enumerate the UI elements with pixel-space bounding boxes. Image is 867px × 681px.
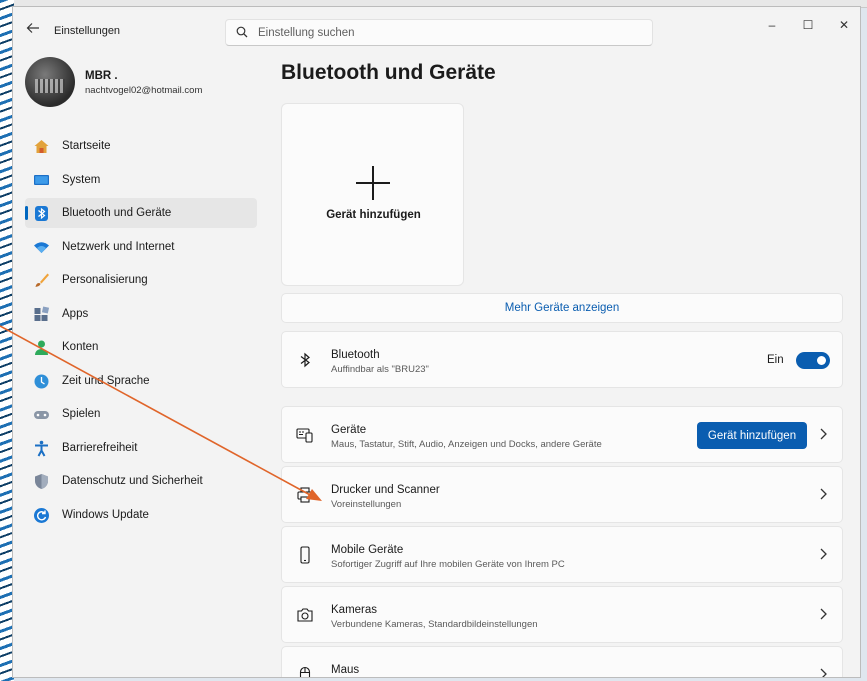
- sidebar-item-label: System: [62, 173, 101, 186]
- plus-icon: [356, 166, 390, 200]
- sidebar-item-label: Apps: [62, 307, 89, 320]
- sidebar-item-datenschutz[interactable]: Datenschutz und Sicherheit: [25, 466, 257, 496]
- avatar-photo: [35, 79, 65, 93]
- card-subtitle: Voreinstellungen: [331, 499, 402, 510]
- card-subtitle: Sofortiger Zugriff auf Ihre mobilen Gerä…: [331, 559, 565, 570]
- sidebar-item-label: Windows Update: [62, 508, 149, 521]
- search-icon: [236, 26, 248, 38]
- bluetooth-subtitle: Auffindbar als "BRU23": [331, 364, 429, 375]
- chevron-right-icon: [820, 668, 827, 677]
- apps-icon: [34, 305, 50, 321]
- shield-icon: [35, 474, 48, 489]
- devices-card[interactable]: Geräte Maus, Tastatur, Stift, Audio, Anz…: [281, 406, 843, 463]
- bluetooth-state-label: Ein: [767, 354, 784, 366]
- app-title: Einstellungen: [54, 25, 121, 37]
- chevron-right-icon: [820, 488, 827, 500]
- chevron-right-icon: [820, 428, 827, 440]
- card-title: Maus: [331, 664, 360, 676]
- accessibility-icon: [35, 440, 48, 456]
- sidebar-item-label: Datenschutz und Sicherheit: [62, 475, 203, 487]
- card-subtitle: Maus, Tastatur, Stift, Audio, Anzeigen u…: [331, 439, 602, 450]
- devices-icon: [296, 428, 313, 443]
- card-title: Kameras: [331, 604, 378, 616]
- camera-icon: [297, 608, 313, 622]
- phone-icon: [300, 546, 310, 564]
- sidebar-item-label: Konten: [62, 341, 99, 353]
- printer-icon: [297, 487, 313, 503]
- sidebar-item-label: Personalisierung: [62, 274, 148, 286]
- maximize-button[interactable]: ☐: [791, 15, 825, 35]
- system-display-icon: [34, 174, 49, 185]
- sidebar-item-netzwerk[interactable]: Netzwerk und Internet: [25, 232, 257, 262]
- sidebar-item-konten[interactable]: Konten: [25, 332, 257, 362]
- search-box[interactable]: [225, 19, 653, 46]
- bluetooth-icon: [300, 352, 310, 368]
- sidebar-item-personalisierung[interactable]: Personalisierung: [25, 265, 257, 295]
- card-title: Geräte: [331, 424, 367, 436]
- wifi-icon: [34, 241, 49, 253]
- add-device-tile[interactable]: Gerät hinzufügen: [281, 103, 464, 286]
- page-title: Bluetooth und Geräte: [281, 61, 496, 84]
- time-language-icon: [34, 374, 49, 388]
- minimize-button[interactable]: –: [755, 15, 789, 35]
- sidebar-item-label: Netzwerk und Internet: [62, 240, 175, 253]
- mobile-devices-card[interactable]: Mobile Geräte Sofortiger Zugriff auf Ihr…: [281, 526, 843, 583]
- bluetooth-title: Bluetooth: [331, 349, 380, 361]
- toggle-knob: [817, 356, 826, 365]
- sidebar-item-windows-update[interactable]: Windows Update: [25, 500, 257, 530]
- user-email: nachtvogel02@hotmail.com: [85, 85, 203, 96]
- sidebar-nav: Startseite System Bluetooth und Geräte N…: [25, 131, 257, 533]
- add-device-label: Gerät hinzufügen: [326, 209, 421, 221]
- sidebar-item-spielen[interactable]: Spielen: [25, 399, 257, 429]
- card-subtitle: Verbundene Kameras, Standardbildeinstell…: [331, 619, 538, 630]
- sidebar-item-label: Spielen: [62, 408, 101, 420]
- more-devices-link[interactable]: Mehr Geräte anzeigen: [281, 293, 843, 323]
- close-button[interactable]: ✕: [827, 15, 860, 35]
- sidebar-item-bluetooth[interactable]: Bluetooth und Geräte: [25, 198, 257, 228]
- bluetooth-card: Bluetooth Auffindbar als "BRU23" Ein: [281, 331, 843, 388]
- sidebar-item-label: Startseite: [62, 140, 111, 152]
- card-title: Drucker und Scanner: [331, 484, 440, 496]
- chevron-right-icon: [820, 548, 827, 560]
- printers-card[interactable]: Drucker und Scanner Voreinstellungen: [281, 466, 843, 523]
- sidebar-item-barrierefreiheit[interactable]: Barrierefreiheit: [25, 433, 257, 463]
- sidebar-item-label: Barrierefreiheit: [62, 441, 138, 454]
- sidebar-item-apps[interactable]: Apps: [25, 299, 257, 329]
- mouse-card[interactable]: Maus: [281, 646, 843, 677]
- back-arrow-icon[interactable]: [23, 21, 43, 41]
- avatar[interactable]: [25, 57, 75, 107]
- settings-window: Einstellungen – ☐ ✕ MBR . nachtvogel02@h…: [12, 6, 861, 678]
- account-icon: [35, 340, 48, 355]
- cameras-card[interactable]: Kameras Verbundene Kameras, Standardbild…: [281, 586, 843, 643]
- home-icon: [34, 140, 49, 153]
- mouse-icon: [299, 666, 311, 677]
- title-bar: Einstellungen – ☐ ✕: [13, 7, 860, 53]
- user-name: MBR .: [85, 70, 118, 82]
- brush-icon: [35, 273, 49, 287]
- chevron-right-icon: [820, 608, 827, 620]
- sidebar-item-startseite[interactable]: Startseite: [25, 131, 257, 161]
- card-title: Mobile Geräte: [331, 544, 404, 556]
- sidebar-item-label: Zeit und Sprache: [62, 374, 150, 387]
- sidebar-item-zeit[interactable]: Zeit und Sprache: [25, 366, 257, 396]
- bluetooth-toggle[interactable]: [796, 352, 830, 369]
- search-input[interactable]: [258, 25, 638, 41]
- bluetooth-icon: [35, 206, 48, 221]
- active-indicator: [25, 206, 28, 220]
- sidebar-item-system[interactable]: System: [25, 165, 257, 195]
- update-icon: [34, 507, 49, 523]
- gamepad-icon: [34, 411, 49, 419]
- add-device-button[interactable]: Gerät hinzufügen: [697, 422, 807, 449]
- sidebar-item-label: Bluetooth und Geräte: [62, 207, 172, 219]
